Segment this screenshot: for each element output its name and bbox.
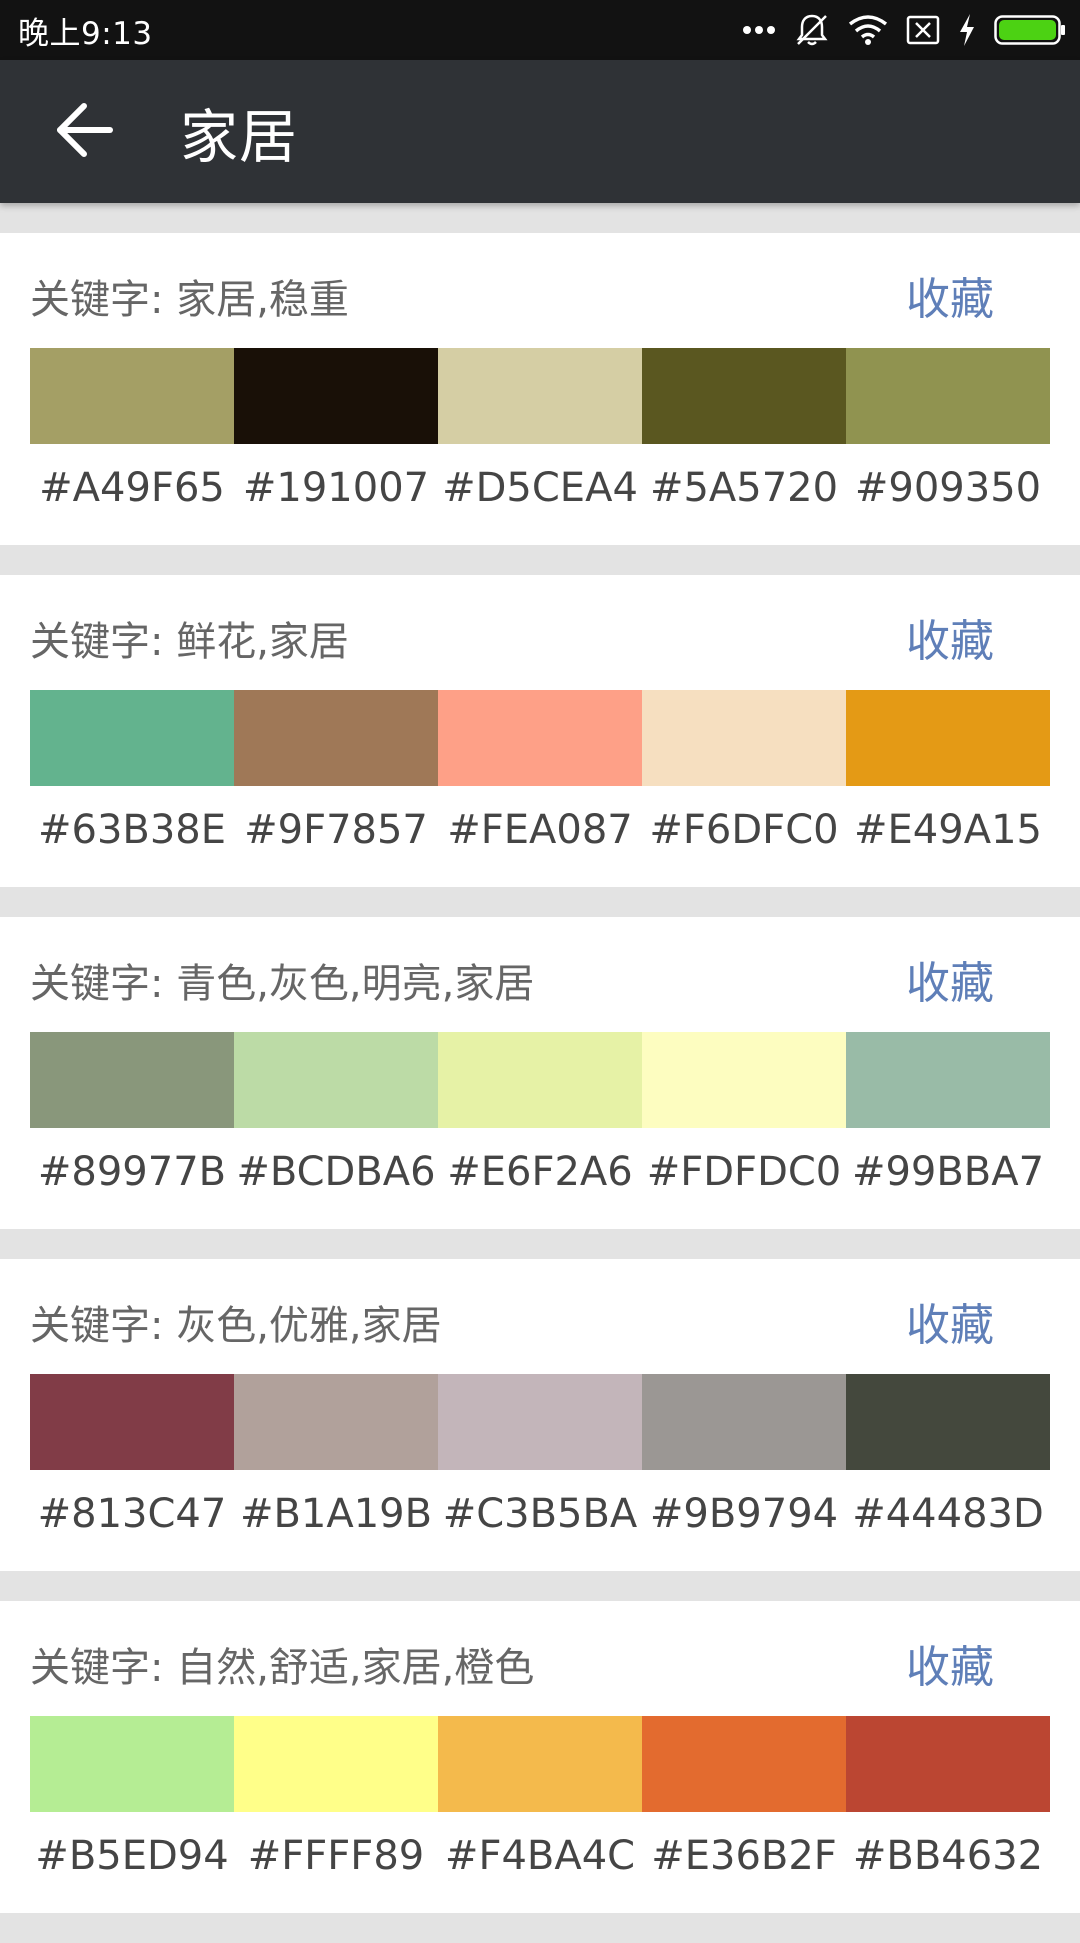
color-hex-label: #813C47 [37,1491,227,1537]
color-swatch[interactable] [30,1032,234,1128]
color-swatch[interactable] [642,348,846,444]
page-title: 家居 [180,102,299,171]
hex-row: #813C47 #B1A19B #C3B5BA #9B9794 #44483D [30,1491,1050,1537]
color-swatch[interactable] [846,1374,1050,1470]
palette-card-4: 关键字: 灰色,优雅,家居 收藏 #813C47 #B1A19B #C3B5BA #9… [0,1259,1080,1571]
color-hex-label: #191007 [242,465,430,511]
color-swatch[interactable] [234,348,438,444]
palette-keywords: 关键字: 鲜花,家居 [30,619,349,665]
color-hex-label: #D5CEA4 [442,465,638,511]
color-swatch[interactable] [438,1032,642,1128]
color-swatch[interactable] [234,690,438,786]
back-button[interactable] [34,82,134,182]
palette-card-1: 关键字: 家居,稳重 收藏 #A49F65 #191007 #D5CEA4 #5A57… [0,233,1080,545]
color-hex-label: #FFFF89 [247,1833,425,1879]
status-bar: 晚上9:13 [0,0,1080,60]
color-hex-label: #9B9794 [649,1491,839,1537]
palette-card-2: 关键字: 鲜花,家居 收藏 #63B38E #9F7857 #FEA087 #F6DF… [0,575,1080,887]
swatch-row [30,1716,1050,1812]
favorite-button[interactable]: 收藏 [906,605,994,669]
color-hex-label: #5A5720 [649,465,839,511]
hex-row: #B5ED94 #FFFF89 #F4BA4C #E36B2F #BB4632 [30,1833,1050,1879]
color-hex-label: #E6F2A6 [447,1149,633,1195]
swatch-row [30,348,1050,444]
color-swatch[interactable] [30,1374,234,1470]
color-hex-label: #FDFDC0 [646,1149,842,1195]
hex-row: #89977B #BCDBA6 #E6F2A6 #FDFDC0 #99BBA7 [30,1149,1050,1195]
favorite-button[interactable]: 收藏 [906,1289,994,1353]
color-swatch[interactable] [438,690,642,786]
palette-card-5: 关键字: 自然,舒适,家居,橙色 收藏 #B5ED94 #FFFF89 #F4BA4… [0,1601,1080,1913]
status-icons [742,12,1066,48]
favorite-button[interactable]: 收藏 [906,1631,994,1695]
color-swatch[interactable] [846,348,1050,444]
arrow-left-icon [54,102,114,162]
vibrate-off-icon [794,12,830,48]
color-swatch[interactable] [30,348,234,444]
color-hex-label: #F6DFC0 [649,807,839,853]
color-swatch[interactable] [30,690,234,786]
charging-bolt-icon [958,14,976,46]
swatch-row [30,1374,1050,1470]
color-hex-label: #63B38E [37,807,227,853]
more-dots-icon [742,24,776,36]
color-hex-label: #9F7857 [244,807,428,853]
palette-list: 关键字: 家居,稳重 收藏 #A49F65 #191007 #D5CEA4 #5A57… [0,233,1080,1943]
color-hex-label: #909350 [854,465,1042,511]
sim-card-x-icon [906,15,940,45]
status-time: 晚上9:13 [18,15,153,52]
color-hex-label: #B5ED94 [35,1833,229,1879]
hex-row: #63B38E #9F7857 #FEA087 #F6DFC0 #E49A15 [30,807,1050,853]
color-hex-label: #FEA087 [447,807,633,853]
color-swatch[interactable] [234,1032,438,1128]
color-hex-label: #F4BA4C [444,1833,636,1879]
palette-keywords: 关键字: 青色,灰色,明亮,家居 [30,961,535,1007]
color-swatch[interactable] [642,1716,846,1812]
color-hex-label: #BCDBA6 [236,1149,436,1195]
palette-keywords: 关键字: 家居,稳重 [30,277,349,323]
color-hex-label: #99BBA7 [851,1149,1045,1195]
color-hex-label: #89977B [37,1149,227,1195]
hex-row: #A49F65 #191007 #D5CEA4 #5A5720 #909350 [30,465,1050,511]
color-hex-label: #BB4632 [852,1833,1044,1879]
color-hex-label: #E49A15 [854,807,1042,853]
color-swatch[interactable] [642,1374,846,1470]
color-swatch[interactable] [234,1374,438,1470]
favorite-button[interactable]: 收藏 [906,263,994,327]
color-swatch[interactable] [846,690,1050,786]
color-swatch[interactable] [438,1716,642,1812]
app-bar: 家居 [0,60,1080,203]
color-swatch[interactable] [438,348,642,444]
color-swatch[interactable] [438,1374,642,1470]
color-swatch[interactable] [846,1032,1050,1128]
color-swatch[interactable] [30,1716,234,1812]
favorite-button[interactable]: 收藏 [906,947,994,1011]
color-hex-label: #E36B2F [651,1833,837,1879]
color-hex-label: #C3B5BA [442,1491,638,1537]
color-swatch[interactable] [642,1032,846,1128]
battery-icon [994,15,1066,45]
color-swatch[interactable] [234,1716,438,1812]
palette-keywords: 关键字: 自然,舒适,家居,橙色 [30,1645,535,1691]
color-hex-label: #A49F65 [39,465,225,511]
wifi-icon [848,14,888,46]
color-hex-label: #44483D [852,1491,1044,1537]
color-swatch[interactable] [642,690,846,786]
swatch-row [30,690,1050,786]
color-swatch[interactable] [846,1716,1050,1812]
color-hex-label: #B1A19B [239,1491,433,1537]
swatch-row [30,1032,1050,1128]
palette-keywords: 关键字: 灰色,优雅,家居 [30,1303,442,1349]
palette-card-3: 关键字: 青色,灰色,明亮,家居 收藏 #89977B #BCDBA6 #E6F2A… [0,917,1080,1229]
